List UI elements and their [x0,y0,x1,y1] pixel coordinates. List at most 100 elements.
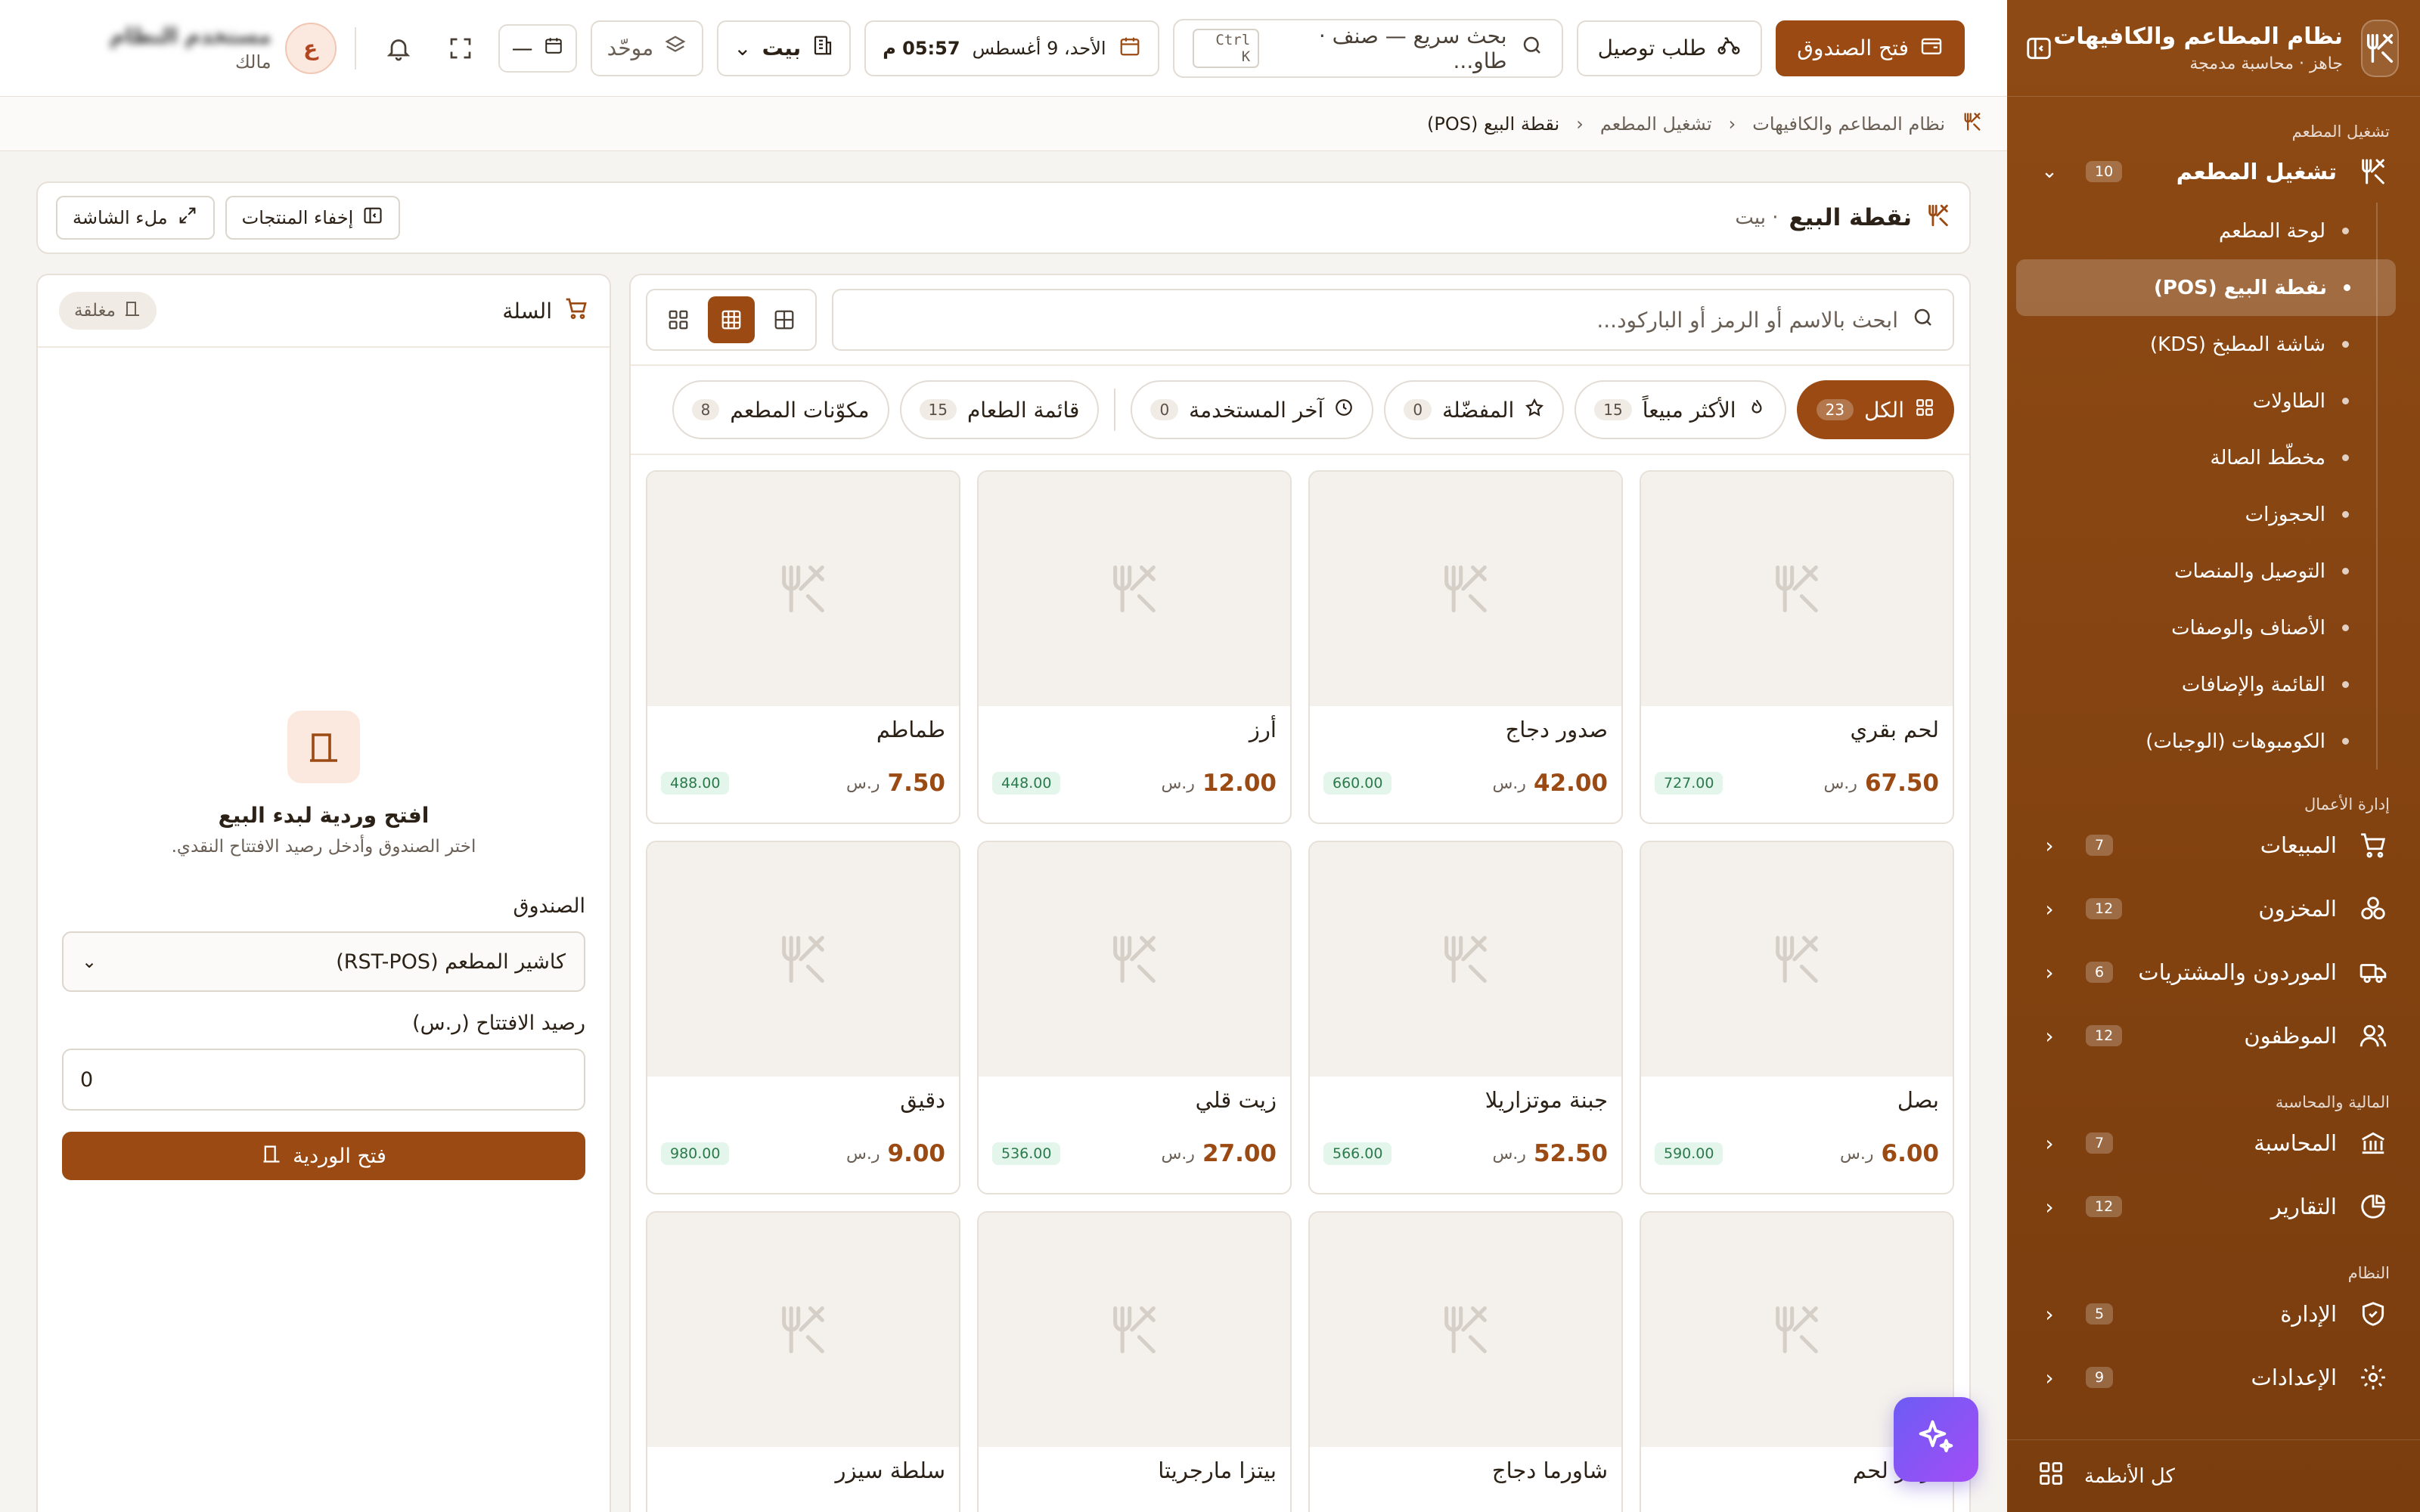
all-systems-link[interactable]: كل الأنظمة [2007,1439,2420,1512]
branch-label: بيت [762,36,802,60]
product-card[interactable]: بيتزا مارجريتا [977,1211,1292,1512]
drawer-select[interactable]: كاشير المطعم (RST-POS) ⌄ [62,931,585,992]
global-search-input[interactable]: بحث سريع — صنف · طاو... Ctrl K [1172,18,1563,78]
category-chip-all[interactable]: الكل 23 [1796,380,1954,439]
sidebar-item-label: الكومبوهات (الوجبات) [2145,730,2325,753]
product-card[interactable]: جبنة موتزاريلا 52.50 ر.س 566.00 [1308,841,1623,1194]
product-card[interactable]: أرز 12.00 ر.س 448.00 [977,470,1292,824]
sidebar-item-kds[interactable]: شاشة المطبخ (KDS) [2007,316,2376,373]
sidebar-item-sales[interactable]: المبيعات 7 ‹ [2007,813,2420,877]
sidebar-item-inventory[interactable]: المخزون 12 ‹ [2007,877,2420,940]
door-icon [287,711,360,783]
open-shift-button[interactable]: فتح الوردية [62,1132,585,1180]
fullscreen-icon[interactable] [436,24,485,73]
category-chip-bestsellers[interactable]: الأكثر مبيعاً 15 [1575,380,1786,439]
sidebar-group-ops[interactable]: تشغيل المطعم 10 ⌄ [2007,141,2420,203]
topbar-divider [354,26,356,70]
product-card[interactable]: بصل 6.00 ر.س 590.00 [1640,841,1954,1194]
sidebar-subnav: لوحة المطعم نقطة البيع (POS) شاشة المطبخ… [2007,203,2396,770]
collapse-sidebar-icon[interactable] [2024,29,2053,68]
chevron-left-icon: ‹ [2045,1194,2054,1219]
open-shift-label: فتح الوردية [293,1144,386,1168]
open-drawer-button[interactable]: فتح الصندوق [1776,20,1965,76]
opening-balance-input[interactable]: 0 [62,1049,585,1111]
fullscreen-button[interactable]: ملء الشاشة [56,196,215,240]
utensils-placeholder-icon [1113,1306,1156,1354]
view-mode-button[interactable]: موحّد [590,20,704,76]
sidebar-item-tables[interactable]: الطاولات [2007,373,2376,429]
product-card[interactable]: صدور دجاج 42.00 ر.س 660.00 [1308,470,1623,824]
product-name: دقيق [900,1087,945,1113]
product-card[interactable]: سلطة سيزر [646,1211,960,1512]
breadcrumb-root[interactable]: نظام المطاعم والكافيهات [1752,113,1945,135]
sidebar-item-accounting[interactable]: المحاسبة 7 ‹ [2007,1111,2420,1175]
product-card[interactable]: طماطم 7.50 ر.س 488.00 [646,470,960,824]
chevron-left-icon: ‹ [2045,832,2054,858]
product-price: 67.50 [1864,770,1939,797]
sidebar-item-menu[interactable]: القائمة والإضافات [2007,656,2376,713]
product-name: جبنة موتزاريلا [1485,1087,1608,1113]
product-image-placeholder [979,842,1290,1077]
chevron-down-icon: ⌄ [734,36,752,60]
sidebar-item-dashboard[interactable]: لوحة المطعم [2007,203,2376,259]
product-currency: ر.س [1161,773,1195,793]
users-icon [2356,1019,2390,1052]
delivery-order-button[interactable]: طلب توصيل [1576,20,1763,76]
sidebar-item-delivery[interactable]: التوصيل والمنصات [2007,543,2376,600]
product-card[interactable]: زيت قلي 27.00 ر.س 536.00 [977,841,1292,1194]
product-currency: ر.س [1492,773,1526,793]
product-card[interactable]: لحم بقري 67.50 ر.س 727.00 [1640,470,1954,824]
panel-collapse-icon [362,205,383,231]
category-chip-menu[interactable]: قائمة الطعام 15 [899,380,1100,439]
large-grid-view-icon[interactable] [761,296,808,343]
sidebar-item-admin[interactable]: الإدارة 5 ‹ [2007,1282,2420,1346]
category-chip-ingredients[interactable]: مكوّنات المطعم 8 [672,380,889,439]
building-icon [811,34,834,62]
view-toggle [646,289,817,351]
sidebar-item-count: 5 [2086,1303,2114,1325]
product-price: 9.00 [887,1140,946,1167]
breadcrumb-section[interactable]: تشغيل المطعم [1600,113,1712,135]
branch-selector[interactable]: بيت ⌄ [717,20,852,76]
sidebar-item-pos[interactable]: نقطة البيع (POS) [2016,259,2396,316]
small-grid-view-icon[interactable] [655,296,702,343]
category-chip-favorites[interactable]: المفضّلة 0 [1384,380,1565,439]
product-search-input[interactable]: ابحث بالاسم أو الرمز أو الباركود... [832,289,1954,351]
product-image-placeholder [1310,842,1621,1077]
product-card[interactable]: شاورما دجاج [1308,1211,1623,1512]
sidebar-item-suppliers[interactable]: الموردون والمشتريات 6 ‹ [2007,940,2420,1004]
bullet-icon [2342,228,2349,234]
cart-title: السلة [502,298,552,324]
avatar[interactable]: ع [284,22,337,74]
layers-icon [664,34,687,62]
product-name: بصل [1897,1087,1939,1113]
sidebar-item-recipes[interactable]: الأصناف والوصفات [2007,600,2376,656]
status-text: مغلقة [74,301,116,321]
cart-icon [564,296,588,326]
restaurant-logo-icon [2361,19,2399,77]
hide-products-button[interactable]: إخفاء المنتجات [225,196,401,240]
product-name: صدور دجاج [1505,717,1608,742]
user-info[interactable]: مستخدم النظام مالك [110,23,271,73]
product-currency: ر.س [846,773,880,793]
category-chip-recent[interactable]: آخر المستخدمة 0 [1131,380,1374,439]
sidebar-item-settings[interactable]: الإعدادات 9 ‹ [2007,1346,2420,1409]
section-label-biz: إدارة الأعمال [2304,795,2390,813]
sidebar-item-count: 7 [2086,1132,2114,1154]
sidebar-item-reports[interactable]: التقارير 12 ‹ [2007,1175,2420,1238]
category-count: 15 [919,399,957,420]
sidebar-item-combos[interactable]: الكومبوهات (الوجبات) [2007,713,2376,770]
chevron-down-icon: ⌄ [82,951,98,972]
sidebar-item-floor-plan[interactable]: مخطّط الصالة [2007,429,2376,486]
product-card[interactable]: دقيق 9.00 ر.س 980.00 [646,841,960,1194]
bell-icon[interactable] [374,24,423,73]
calendar-picker[interactable]: — [498,23,577,73]
utensils-placeholder-icon [1444,935,1487,984]
sidebar-item-reservations[interactable]: الحجوزات [2007,486,2376,543]
sidebar-item-employees[interactable]: الموظفون 12 ‹ [2007,1004,2420,1067]
ai-assistant-button[interactable] [1894,1397,1978,1482]
medium-grid-view-icon[interactable] [708,296,755,343]
calendar-picker-label: — [511,36,533,60]
bullet-icon [2342,511,2349,518]
sidebar-item-label: المبيعات [2260,832,2337,858]
